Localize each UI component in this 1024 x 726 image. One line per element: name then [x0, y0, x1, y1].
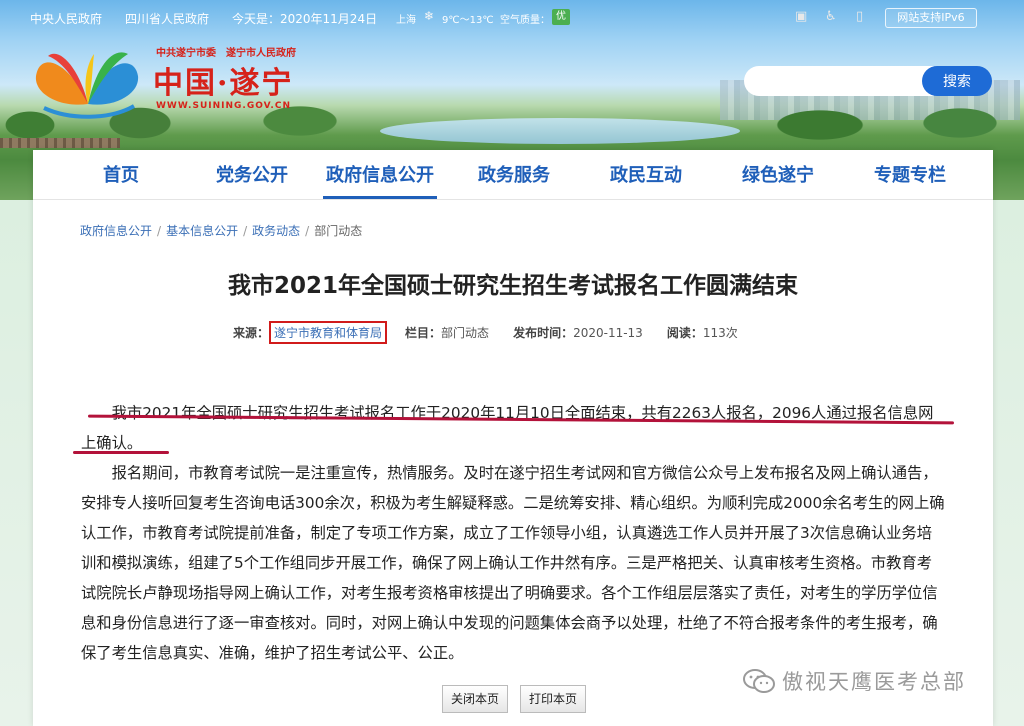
search-button[interactable]: 搜索 [922, 66, 992, 96]
link-province-government[interactable]: 四川省人民政府 [125, 10, 209, 27]
weather-temperature: 9℃～13℃ [442, 15, 494, 26]
wechat-icon [743, 669, 775, 693]
nav-home[interactable]: 首页 [103, 161, 139, 187]
link-central-government[interactable]: 中央人民政府 [30, 10, 102, 27]
breadcrumb-link-gov-info[interactable]: 政府信息公开 [80, 224, 152, 238]
article-paragraph: 我市2021年全国硕士研究生招生考试报名工作于2020年11月10日全面结束，共… [81, 404, 934, 452]
weather-city: 上海 [396, 15, 416, 26]
column-value: 部门动态 [441, 326, 490, 340]
source-label: 来源： [233, 326, 270, 340]
top-bar: 中央人民政府 四川省人民政府 今天是：2020年11月24日 上海 ❄ 9℃～1… [0, 0, 1024, 36]
logo-url: WWW.SUINING.GOV.CN [156, 101, 291, 111]
lake [380, 118, 740, 144]
column-label: 栏目： [405, 326, 442, 340]
reads-value: 113次 [702, 326, 738, 340]
watermark-text: 傲视天鹰医考总部 [782, 670, 966, 694]
article-body: 我市2021年全国硕士研究生招生考试报名工作于2020年11月10日全面结束，共… [81, 398, 947, 668]
logo-title: 中国·遂宁 [153, 66, 294, 101]
article-title: 我市2021年全国硕士研究生招生考试报名工作圆满结束 [227, 273, 798, 299]
nav-party-affairs[interactable]: 党务公开 [216, 161, 288, 187]
search-input[interactable] [744, 66, 934, 96]
accessibility-icon[interactable]: ♿ [825, 9, 837, 24]
breadcrumb-separator: / [305, 224, 310, 238]
nav-gov-services[interactable]: 政务服务 [478, 161, 550, 187]
breadcrumb-link-basic-info[interactable]: 基本信息公开 [166, 224, 238, 238]
breadcrumb-separator: / [157, 224, 162, 238]
snow-cloud-icon: ❄ [424, 9, 435, 23]
today-date: 今天是：2020年11月24日 [232, 12, 378, 26]
highlight-underline [73, 451, 169, 454]
phone-icon[interactable]: ▯ [856, 9, 863, 24]
breadcrumb-current: 部门动态 [314, 224, 363, 238]
butterfly-logo-icon [35, 52, 139, 119]
article-paragraph: 报名期间，市教育考试院一是注重宣传，热情服务。及时在遂宁招生考试网和官方微信公众… [81, 464, 945, 662]
date-label: 发布时间： [513, 326, 574, 340]
nav-special-topics[interactable]: 专题专栏 [874, 161, 946, 187]
print-page-button[interactable]: 打印本页 [520, 685, 587, 713]
main-content-card: 首页 党务公开 政府信息公开 政务服务 政民互动 绿色遂宁 专题专栏 政府信息公… [33, 150, 993, 726]
elderly-mode-icon[interactable]: ▣ [795, 9, 807, 24]
article-meta: 来源： 遂宁市教育和体育局 栏目：部门动态 发布时间：2020-11-13 阅读：113… [233, 321, 738, 344]
ipv6-badge: 网站支持IPv6 [885, 8, 977, 28]
close-page-button[interactable]: 关闭本页 [442, 685, 509, 713]
date-value: 2020-11-13 [573, 326, 643, 340]
main-nav: 首页 党务公开 政府信息公开 政务服务 政民互动 绿色遂宁 专题专栏 [33, 150, 993, 200]
source-value: 遂宁市教育和体育局 [269, 321, 388, 344]
breadcrumb-separator: / [243, 224, 248, 238]
nav-green-suining[interactable]: 绿色遂宁 [742, 161, 814, 187]
nav-gov-info[interactable]: 政府信息公开 [323, 161, 437, 199]
nav-interaction[interactable]: 政民互动 [610, 161, 682, 187]
breadcrumb: 政府信息公开 / 基本信息公开 / 政务动态 / 部门动态 [80, 222, 362, 239]
breadcrumb-link-gov-news[interactable]: 政务动态 [252, 224, 300, 238]
logo-subtitle: 中共遂宁市委 遂宁市人民政府 [156, 48, 296, 59]
reads-label: 阅读： [666, 326, 703, 340]
air-quality-badge: 优 [552, 9, 570, 25]
watermark: 傲视天鹰医考总部 [742, 666, 966, 696]
air-quality-label: 空气质量： [500, 15, 550, 26]
wooden-bridge [0, 138, 120, 148]
